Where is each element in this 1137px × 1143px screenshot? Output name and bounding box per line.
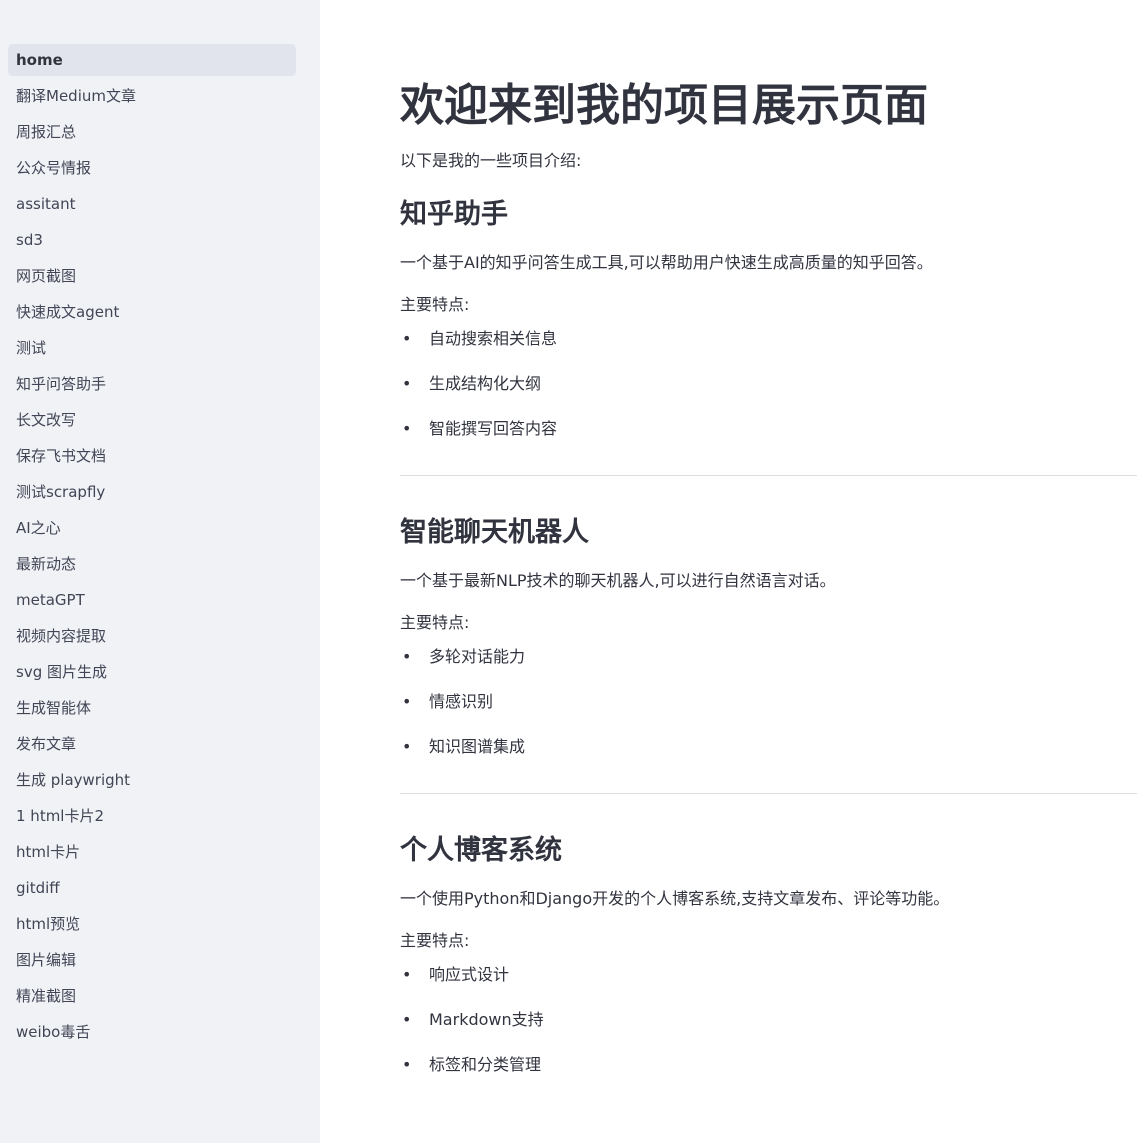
- sidebar-item-quick-writing-agent[interactable]: 快速成文agent: [8, 296, 296, 328]
- sidebar: home 翻译Medium文章 周报汇总 公众号情报 assitant sd3 …: [0, 0, 320, 1143]
- bullet-icon: •: [402, 737, 412, 756]
- feature-text: 知识图谱集成: [429, 737, 526, 756]
- sidebar-item-weibo-roast[interactable]: weibo毒舌: [8, 1016, 296, 1048]
- sidebar-item-ai-heart[interactable]: AI之心: [8, 512, 296, 544]
- bullet-icon: •: [402, 1055, 412, 1074]
- features-label: 主要特点:: [400, 613, 470, 632]
- sidebar-item-test-scrapfly[interactable]: 测试scrapfly: [8, 476, 296, 508]
- feature-text: 智能撰写回答内容: [429, 419, 558, 438]
- bullet-icon: •: [402, 1010, 412, 1029]
- bullet-icon: •: [402, 419, 412, 438]
- project-title: 个人博客系统: [400, 835, 562, 866]
- sidebar-item-svg-generate[interactable]: svg 图片生成: [8, 656, 296, 688]
- feature-text: 响应式设计: [429, 965, 510, 984]
- sidebar-item-latest-news[interactable]: 最新动态: [8, 548, 296, 580]
- sidebar-item-metagpt[interactable]: metaGPT: [8, 584, 296, 616]
- project-description: 一个使用Python和Django开发的个人博客系统,支持文章发布、评论等功能。: [400, 889, 950, 908]
- feature-item: • 多轮对话能力: [400, 644, 1137, 670]
- sidebar-item-translate-medium[interactable]: 翻译Medium文章: [8, 80, 296, 112]
- section-divider: [400, 475, 1137, 476]
- project-title: 知乎助手: [400, 199, 508, 230]
- sidebar-item-generate-playwright[interactable]: 生成 playwright: [8, 764, 296, 796]
- feature-item: • 知识图谱集成: [400, 734, 1137, 760]
- feature-text: 标签和分类管理: [429, 1055, 542, 1074]
- project-chatbot: 智能聊天机器人 一个基于最新NLP技术的聊天机器人,可以进行自然语言对话。 主要…: [400, 514, 1137, 794]
- main-content: 欢迎来到我的项目展示页面 以下是我的一些项目介绍: 知乎助手 一个基于AI的知乎…: [320, 0, 1137, 1143]
- sidebar-item-test[interactable]: 测试: [8, 332, 296, 364]
- sidebar-item-web-screenshot[interactable]: 网页截图: [8, 260, 296, 292]
- feature-item: • 情感识别: [400, 689, 1137, 715]
- feature-text: 多轮对话能力: [429, 647, 526, 666]
- feature-text: 生成结构化大纲: [429, 374, 542, 393]
- feature-item: • 标签和分类管理: [400, 1052, 1137, 1078]
- feature-item: • 响应式设计: [400, 962, 1137, 988]
- sidebar-item-generate-agent[interactable]: 生成智能体: [8, 692, 296, 724]
- project-description: 一个基于AI的知乎问答生成工具,可以帮助用户快速生成高质量的知乎回答。: [400, 253, 933, 272]
- intro-text: 以下是我的一些项目介绍:: [400, 151, 582, 170]
- section-divider: [400, 793, 1137, 794]
- bullet-icon: •: [402, 329, 412, 348]
- sidebar-item-assitant[interactable]: assitant: [8, 188, 296, 220]
- sidebar-item-video-extract[interactable]: 视频内容提取: [8, 620, 296, 652]
- bullet-icon: •: [402, 374, 412, 393]
- feature-item: • Markdown支持: [400, 1007, 1137, 1033]
- features-label: 主要特点:: [400, 931, 470, 950]
- feature-item: • 生成结构化大纲: [400, 371, 1137, 397]
- sidebar-nav: home 翻译Medium文章 周报汇总 公众号情报 assitant sd3 …: [8, 44, 296, 1048]
- sidebar-item-image-edit[interactable]: 图片编辑: [8, 944, 296, 976]
- sidebar-item-publish-article[interactable]: 发布文章: [8, 728, 296, 760]
- feature-list: • 自动搜索相关信息 • 生成结构化大纲 • 智能撰写回答内容: [400, 326, 1137, 442]
- bullet-icon: •: [402, 965, 412, 984]
- sidebar-item-precise-screenshot[interactable]: 精准截图: [8, 980, 296, 1012]
- sidebar-item-gitdiff[interactable]: gitdiff: [8, 872, 296, 904]
- sidebar-item-save-feishu-doc[interactable]: 保存飞书文档: [8, 440, 296, 472]
- project-title: 智能聊天机器人: [400, 517, 589, 548]
- project-zhihu-assistant: 知乎助手 一个基于AI的知乎问答生成工具,可以帮助用户快速生成高质量的知乎回答。…: [400, 196, 1137, 476]
- feature-text: Markdown支持: [429, 1010, 544, 1029]
- feature-text: 自动搜索相关信息: [429, 329, 558, 348]
- sidebar-item-long-rewrite[interactable]: 长文改写: [8, 404, 296, 436]
- sidebar-item-home[interactable]: home: [8, 44, 296, 76]
- feature-item: • 自动搜索相关信息: [400, 326, 1137, 352]
- sidebar-item-sd3[interactable]: sd3: [8, 224, 296, 256]
- feature-item: • 智能撰写回答内容: [400, 416, 1137, 442]
- project-description: 一个基于最新NLP技术的聊天机器人,可以进行自然语言对话。: [400, 571, 836, 590]
- project-blog-system: 个人博客系统 一个使用Python和Django开发的个人博客系统,支持文章发布…: [400, 832, 1137, 1078]
- feature-list: • 响应式设计 • Markdown支持 • 标签和分类管理: [400, 962, 1137, 1078]
- sidebar-item-html-preview[interactable]: html预览: [8, 908, 296, 940]
- sidebar-item-html-card-2[interactable]: 1 html卡片2: [8, 800, 296, 832]
- features-label: 主要特点:: [400, 295, 470, 314]
- sidebar-item-html-card[interactable]: html卡片: [8, 836, 296, 868]
- page-title: 欢迎来到我的项目展示页面: [400, 80, 928, 131]
- bullet-icon: •: [402, 692, 412, 711]
- sidebar-item-weekly-report[interactable]: 周报汇总: [8, 116, 296, 148]
- app-root: home 翻译Medium文章 周报汇总 公众号情报 assitant sd3 …: [0, 0, 1137, 1143]
- feature-text: 情感识别: [429, 692, 494, 711]
- sidebar-item-wechat-intel[interactable]: 公众号情报: [8, 152, 296, 184]
- bullet-icon: •: [402, 647, 412, 666]
- feature-list: • 多轮对话能力 • 情感识别 • 知识图谱集成: [400, 644, 1137, 760]
- sidebar-item-zhihu-qa-assistant[interactable]: 知乎问答助手: [8, 368, 296, 400]
